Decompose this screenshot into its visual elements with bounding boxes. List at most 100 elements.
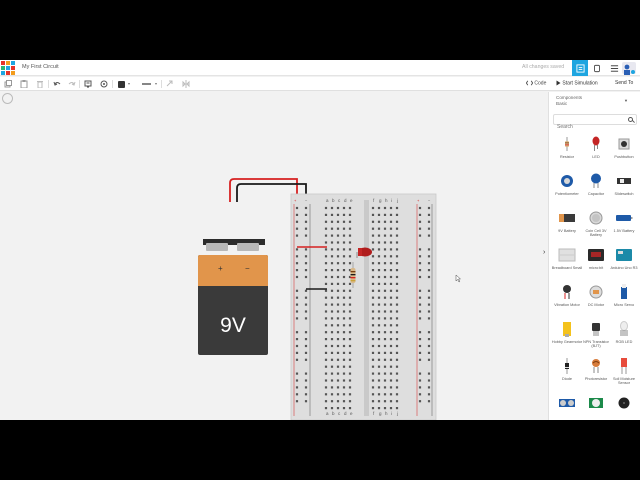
component-resistor[interactable]: Resistor — [553, 130, 581, 165]
9v-battery-icon — [557, 208, 577, 228]
editor-toolbar: ▾ ▾ Code Start Simulation Send To — [0, 77, 640, 91]
tinkercad-logo[interactable] — [1, 61, 15, 75]
redo-icon[interactable] — [68, 80, 76, 88]
component-label: Hobby Gearmotor — [551, 340, 583, 344]
component-coin-cell-battery[interactable]: Coin Cell 3V Battery — [582, 204, 610, 239]
color-swatch[interactable] — [118, 80, 125, 88]
delete-icon[interactable] — [36, 80, 44, 88]
component-micro-servo[interactable]: Micro Servo — [610, 278, 638, 313]
component-9v-battery[interactable]: 9V Battery — [553, 204, 581, 239]
wire-style-icon[interactable] — [141, 80, 153, 88]
component-soil-moisture-sensor[interactable]: Soil Moisture Sensor — [610, 352, 638, 387]
top-header: My First Circuit All changes saved — [0, 60, 640, 76]
user-icon — [624, 64, 635, 75]
slideswitch-icon — [614, 171, 634, 191]
component-search-box[interactable] — [553, 114, 637, 132]
component-led[interactable]: LED — [582, 130, 610, 165]
component-slideswitch[interactable]: Slideswitch — [610, 167, 638, 202]
code-button-label: Code — [534, 80, 547, 87]
breadboard-center-channel — [364, 200, 369, 416]
ultrasonic-sensor-icon — [557, 393, 577, 413]
component-category-select[interactable]: Components Basic ▼ — [556, 95, 628, 109]
component-hobby-gearmotor[interactable]: Hobby Gearmotor — [551, 315, 583, 350]
project-title[interactable]: My First Circuit — [22, 64, 59, 70]
chevron-down-icon: ▼ — [624, 98, 628, 103]
arduino-uno-icon — [614, 245, 634, 265]
schematic-view-button[interactable] — [589, 60, 605, 76]
start-simulation-label: Start Simulation — [562, 80, 598, 87]
component-list-button[interactable] — [606, 60, 622, 76]
color-dropdown-icon[interactable]: ▾ — [128, 80, 130, 88]
pir-sensor-icon — [586, 393, 606, 413]
component-piezo[interactable] — [610, 389, 638, 420]
component-capacitor[interactable]: Capacitor — [582, 167, 610, 202]
svg-text:i: i — [391, 198, 392, 203]
component-diode[interactable]: Diode — [553, 352, 581, 387]
diode-icon — [557, 356, 577, 376]
component-label: RGB LED — [615, 340, 633, 344]
vibration-motor-icon — [557, 282, 577, 302]
circuit-canvas[interactable]: + − 9V + − + − a b c d e f g h i j a b c… — [0, 92, 548, 420]
component-label: 1.5V Battery — [613, 229, 635, 233]
send-to-button[interactable]: Send To — [615, 80, 633, 86]
microbit-icon — [586, 245, 606, 265]
category-value: Basic — [556, 101, 568, 106]
component-label: Slideswitch — [614, 192, 634, 196]
paste-icon[interactable] — [20, 80, 28, 88]
component-potentiometer[interactable]: Potentiometer — [553, 167, 581, 202]
user-avatar[interactable] — [622, 62, 636, 75]
battery-9v[interactable]: + − 9V — [198, 239, 268, 355]
component-breadboard-small[interactable]: Breadboard Small — [551, 241, 583, 276]
notes-icon[interactable] — [84, 80, 92, 88]
led-icon — [586, 134, 606, 154]
component-ultrasonic-sensor[interactable] — [553, 389, 581, 420]
breadboard[interactable]: + − + − a b c d e f g h i j a b c d e f — [290, 193, 437, 420]
breadboard-small-icon — [557, 245, 577, 265]
component-label: Pushbutton — [614, 155, 634, 159]
svg-text:i: i — [391, 411, 392, 416]
component-rgb-led[interactable]: RGB LED — [610, 315, 638, 350]
svg-text:j: j — [396, 198, 398, 203]
battery-voltage-label: 9V — [220, 314, 246, 337]
component-label: Breadboard Small — [551, 266, 583, 270]
component-microbit[interactable]: micro:bit — [582, 241, 610, 276]
coin-cell-battery-icon — [586, 208, 606, 228]
component-vibration-motor[interactable]: Vibration Motor — [553, 278, 581, 313]
search-icon — [628, 117, 633, 122]
component-dc-motor[interactable]: DC Motor — [582, 278, 610, 313]
copy-icon[interactable] — [4, 80, 12, 88]
components-panel: Components Basic ▼ Resistor LED Pushbutton… — [548, 92, 640, 420]
sidebar-collapse-chevron-icon[interactable]: › — [543, 249, 545, 256]
save-status: All changes saved — [522, 64, 565, 70]
battery-plus-label: + — [218, 264, 223, 273]
circuit-view-button[interactable] — [572, 60, 588, 76]
soil-moisture-sensor-icon — [614, 356, 634, 376]
micro-servo-icon — [614, 282, 634, 302]
visibility-icon[interactable] — [100, 80, 108, 88]
rgb-led-icon — [614, 319, 634, 339]
battery-minus-label: − — [245, 264, 250, 273]
start-simulation-button[interactable]: Start Simulation — [556, 80, 598, 86]
component-npn-transistor[interactable]: NPN Transistor (BJT) — [582, 315, 610, 350]
component-1-5v-battery[interactable]: 1.5V Battery — [610, 204, 638, 239]
undo-icon[interactable] — [53, 80, 61, 88]
red-wire[interactable] — [229, 178, 298, 206]
capacitor-icon — [586, 171, 606, 191]
svg-text:j: j — [396, 411, 398, 416]
1-5v-battery-icon — [614, 208, 634, 228]
mouse-cursor — [455, 274, 462, 283]
rotate-icon[interactable] — [166, 80, 174, 88]
component-photoresistor[interactable]: Photoresistor — [582, 352, 610, 387]
potentiometer-icon — [557, 171, 577, 191]
component-label: Micro Servo — [613, 303, 635, 307]
component-arduino-uno[interactable]: Arduino Uno R3 — [610, 241, 638, 276]
photoresistor-icon — [586, 356, 606, 376]
wire-dropdown-icon[interactable]: ▾ — [155, 80, 157, 88]
resistor-icon — [557, 134, 577, 154]
dc-motor-icon — [586, 282, 606, 302]
flip-icon[interactable] — [182, 80, 190, 88]
component-pushbutton[interactable]: Pushbutton — [610, 130, 638, 165]
piezo-icon — [614, 393, 634, 413]
code-button[interactable]: Code — [525, 80, 547, 87]
component-pir-sensor[interactable] — [582, 389, 610, 420]
